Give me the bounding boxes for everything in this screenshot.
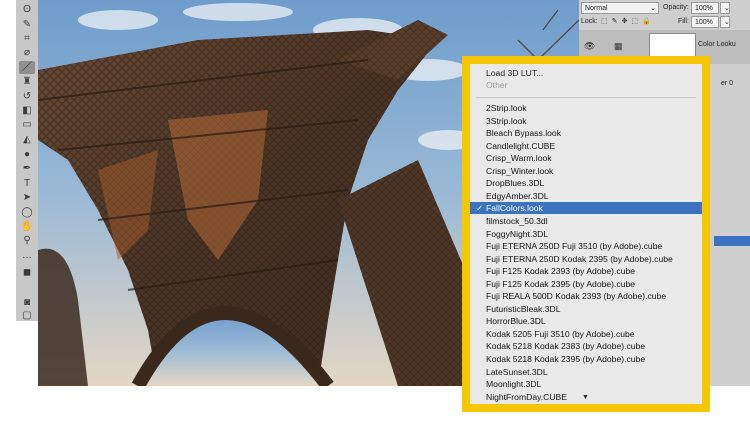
shape-tool-icon[interactable]: ◯ xyxy=(19,206,35,219)
opacity-field[interactable]: 100% xyxy=(691,2,719,14)
lut-item[interactable]: FoggyNight.3DL xyxy=(470,228,702,240)
fill-label: Fill: xyxy=(678,18,689,25)
lut-item[interactable]: Kodak 5218 Kodak 2395 (by Adobe).cube xyxy=(470,353,702,365)
lut-item-label: Fuji F125 Kodak 2395 (by Adobe).cube xyxy=(486,278,636,289)
lut-item-label: Fuji ETERNA 250D Kodak 2395 (by Adobe).c… xyxy=(486,253,673,264)
lut-item-label: DropBlues.3DL xyxy=(486,178,545,189)
lut-item-label: FuturisticBleak.3DL xyxy=(486,303,561,314)
layer-name: Color Looku xyxy=(698,41,736,48)
more-tools-icon[interactable]: … xyxy=(19,249,35,262)
lasso-tool-icon[interactable]: ʘ xyxy=(19,3,35,16)
zoom-tool-icon[interactable]: ⚲ xyxy=(19,234,35,247)
opacity-label: Opacity: xyxy=(663,4,689,11)
tool-list: ʘ ✎ ⌗ ⌀ ／ ♜ ↺ ◧ ▭ ◭ ● ✒ T ➤ ◯ ✋ ⚲ … ◼ ◙ ▢ xyxy=(16,0,38,321)
load-3d-lut-item[interactable]: Load 3D LUT... xyxy=(470,67,702,79)
lut-file-dropdown-menu[interactable]: Load 3D LUT... Other 2Strip.look 3Strip.l… xyxy=(470,64,702,404)
hand-tool-icon[interactable]: ✋ xyxy=(19,220,35,233)
eyedropper-tool-icon[interactable]: ⌀ xyxy=(19,46,35,59)
lut-item-label: FoggyNight.3DL xyxy=(486,228,549,239)
lut-item[interactable]: Kodak 5218 Kodak 2383 (by Adobe).cube xyxy=(470,340,702,352)
opacity-value: 100% xyxy=(695,5,713,12)
lut-item[interactable]: Fuji ETERNA 250D Fuji 3510 (by Adobe).cu… xyxy=(470,240,702,252)
color-swatches-icon[interactable]: ◼ xyxy=(19,266,35,279)
selected-layer-strip xyxy=(714,236,750,246)
lut-item-label: 3Strip.look xyxy=(486,115,527,126)
lut-item-label: Kodak 5218 Kodak 2395 (by Adobe).cube xyxy=(486,354,646,364)
lut-item-label: Kodak 5205 Fuji 3510 (by Adobe).cube xyxy=(486,328,635,339)
history-brush-icon[interactable]: ↺ xyxy=(19,90,35,103)
lut-item[interactable]: EdgyAmber.3DL xyxy=(470,190,702,202)
lut-item[interactable]: filmstock_50.3dl xyxy=(470,215,702,227)
blend-mode-value: Normal xyxy=(585,5,608,12)
stamp-tool-icon[interactable]: ♜ xyxy=(19,75,35,88)
lut-item[interactable]: Bleach Bypass.look xyxy=(470,127,702,139)
lut-item[interactable]: LateSunset.3DL xyxy=(470,366,702,378)
lut-item-label: Fuji ETERNA 250D Fuji 3510 (by Adobe).cu… xyxy=(486,241,663,252)
lut-item[interactable]: DropBlues.3DL xyxy=(470,177,702,189)
lut-item-label: Moonlight.3DL xyxy=(486,379,542,390)
lut-item[interactable]: Fuji F125 Kodak 2395 (by Adobe).cube xyxy=(470,278,702,290)
lut-item-label: LateSunset.3DL xyxy=(486,366,548,377)
pen-tool-icon[interactable]: ✒ xyxy=(19,162,35,175)
chevron-down-icon: ⌄ xyxy=(724,19,730,26)
lut-item[interactable]: Fuji F125 Kodak 2393 (by Adobe).cube xyxy=(470,265,702,277)
lut-item-label: Bleach Bypass.look xyxy=(486,128,561,139)
path-select-tool-icon[interactable]: ➤ xyxy=(19,191,35,204)
scroll-down-arrow-icon[interactable]: ▼ xyxy=(582,394,589,401)
fill-field[interactable]: 100% xyxy=(691,16,719,28)
chevron-down-icon: ⌄ xyxy=(724,5,730,12)
lut-item[interactable]: Moonlight.3DL xyxy=(470,378,702,390)
lut-item-label: Fuji F125 Kodak 2393 (by Adobe).cube xyxy=(486,266,636,277)
lut-item-label: 2Strip.look xyxy=(486,103,527,113)
lut-item[interactable]: 2Strip.look xyxy=(470,102,702,114)
lut-item-label: HorrorBlue.3DL xyxy=(486,316,546,327)
menu-divider xyxy=(476,97,696,98)
lut-item[interactable]: Fuji REALA 500D Kodak 2393 (by Adobe).cu… xyxy=(470,290,702,302)
dodge-tool-icon[interactable]: ● xyxy=(19,148,35,161)
brush-tool-icon[interactable]: ／ xyxy=(19,61,35,74)
lut-item-label: filmstock_50.3dl xyxy=(486,215,548,226)
opacity-dropdown-button[interactable]: ⌄ xyxy=(720,2,730,14)
lut-item-label: Candlelight.CUBE xyxy=(486,140,556,151)
lock-label: Lock: xyxy=(581,18,598,25)
lut-item[interactable]: 3Strip.look xyxy=(470,115,702,127)
lut-item[interactable]: Crisp_Warm.look xyxy=(470,152,702,164)
layer-partial-name: er 0 xyxy=(721,80,734,87)
lut-item-label: Crisp_Warm.look xyxy=(486,153,552,164)
lut-item-label: Crisp_Winter.look xyxy=(486,165,554,176)
lut-item-label: EdgyAmber.3DL xyxy=(486,190,549,201)
lut-item-label: Fuji REALA 500D Kodak 2393 (by Adobe).cu… xyxy=(486,291,667,302)
lut-item-selected[interactable]: ✓ FallColors.look xyxy=(470,202,702,215)
lut-item[interactable]: Fuji ETERNA 250D Kodak 2395 (by Adobe).c… xyxy=(470,253,702,265)
lut-item[interactable]: Kodak 5205 Fuji 3510 (by Adobe).cube xyxy=(470,328,702,340)
screen-mode-icon[interactable]: ▢ xyxy=(19,309,35,322)
eraser-tool-icon[interactable]: ◧ xyxy=(19,104,35,117)
fill-dropdown-button[interactable]: ⌄ xyxy=(720,16,730,28)
gradient-tool-icon[interactable]: ▭ xyxy=(19,118,35,131)
lut-item[interactable]: Crisp_Winter.look xyxy=(470,165,702,177)
lut-item[interactable]: FuturisticBleak.3DL xyxy=(470,303,702,315)
fill-value: 100% xyxy=(695,19,713,26)
crop-tool-icon[interactable]: ⌗ xyxy=(19,32,35,45)
lut-item-label: Kodak 5218 Kodak 2383 (by Adobe).cube xyxy=(486,341,646,352)
type-tool-icon[interactable]: T xyxy=(19,177,35,190)
chevron-down-icon: ⌄ xyxy=(650,5,656,12)
other-item: Other xyxy=(486,80,508,90)
lock-icons[interactable]: ⬚✎✥⬚🔒 xyxy=(601,16,655,28)
eye-icon[interactable]: 👁 xyxy=(584,41,595,52)
blend-mode-select[interactable]: Normal ⌄ xyxy=(581,2,659,14)
checkmark-icon: ✓ xyxy=(476,203,484,214)
quick-select-tool-icon[interactable]: ✎ xyxy=(19,18,35,31)
adjustment-layer-icon: ▦ xyxy=(614,41,623,51)
quick-mask-icon[interactable]: ◙ xyxy=(19,296,35,309)
lut-item-label: FallColors.look xyxy=(486,203,543,214)
lut-item[interactable]: HorrorBlue.3DL xyxy=(470,315,702,327)
blur-tool-icon[interactable]: ◭ xyxy=(19,133,35,146)
lut-item[interactable]: Candlelight.CUBE xyxy=(470,140,702,152)
lut-item-label: NightFromDay.CUBE xyxy=(486,391,568,402)
